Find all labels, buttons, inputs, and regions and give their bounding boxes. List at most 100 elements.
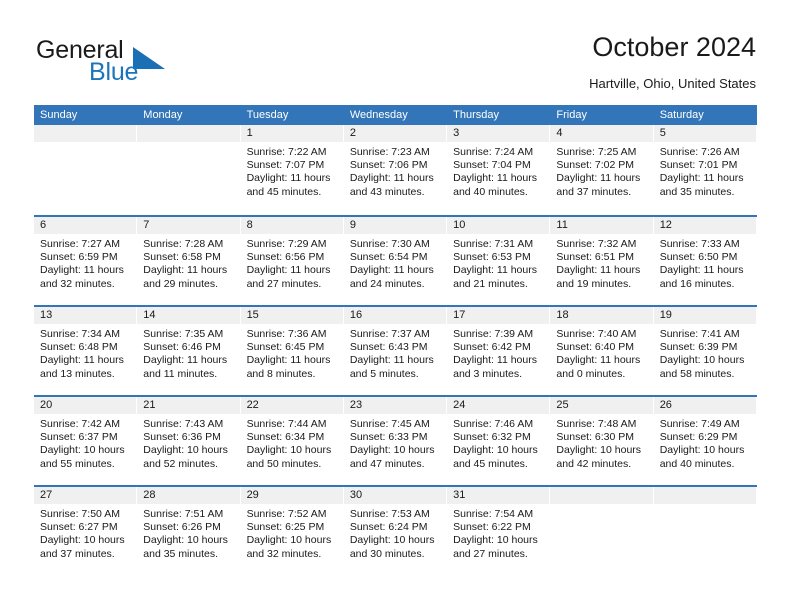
daylight-text-line1: Daylight: 10 hours [40,534,125,547]
sunrise-text: Sunrise: 7:42 AM [40,418,120,430]
daylight-text-line1: Daylight: 11 hours [246,172,331,185]
calendar-day-cell[interactable]: 1 Sunrise: 7:22 AM Sunset: 7:07 PM Daylight… [240,125,344,215]
day-details: Sunrise: 7:23 AM Sunset: 7:06 PM Daylight:… [344,142,447,199]
day-number-band: 22 [240,397,343,414]
daylight-text-line2: and 32 minutes. [246,547,322,560]
calendar-week-row: 13 Sunrise: 7:34 AM Sunset: 6:48 PM Dayligh… [34,305,757,395]
day-number: 22 [246,399,259,411]
sunrise-text: Sunrise: 7:50 AM [40,508,120,520]
weekday-header-thursday: Thursday [453,109,499,121]
day-details [34,142,137,146]
daylight-text-line1: Daylight: 10 hours [659,444,745,457]
daylight-text-line1: Daylight: 11 hours [246,264,331,277]
calendar-day-cell[interactable]: 23 Sunrise: 7:45 AM Sunset: 6:33 PM Dayligh… [343,397,448,485]
day-number: 18 [556,309,569,321]
page-header: General Blue October 2024 Hartville, Ohi… [0,0,792,100]
day-number: 14 [143,309,156,321]
day-number-band: 5 [653,125,756,142]
day-number: 6 [40,219,47,231]
sunset-text: Sunset: 6:51 PM [556,251,635,264]
day-number-band [137,125,240,142]
calendar-day-cell[interactable]: 27 Sunrise: 7:50 AM Sunset: 6:27 PM Dayligh… [34,487,138,575]
sunrise-text: Sunrise: 7:36 AM [246,328,327,340]
calendar-day-cell[interactable]: 15 Sunrise: 7:36 AM Sunset: 6:45 PM Dayligh… [240,307,344,395]
calendar-day-cell[interactable]: 28 Sunrise: 7:51 AM Sunset: 6:26 PM Dayligh… [137,487,241,575]
daylight-text-line1: Daylight: 11 hours [556,354,641,367]
day-number-band: 23 [343,397,447,414]
daylight-text-line2: and 42 minutes. [556,457,632,470]
calendar-day-cell[interactable]: 17 Sunrise: 7:39 AM Sunset: 6:42 PM Dayligh… [447,307,551,395]
general-blue-logo[interactable]: General Blue [36,36,236,92]
calendar-day-cell[interactable]: 26 Sunrise: 7:49 AM Sunset: 6:29 PM Dayligh… [653,397,757,485]
calendar-day-cell[interactable]: 25 Sunrise: 7:48 AM Sunset: 6:30 PM Dayligh… [550,397,654,485]
daylight-text-line2: and 21 minutes. [453,277,528,290]
calendar-day-cell[interactable]: 31 Sunrise: 7:54 AM Sunset: 6:22 PM Dayligh… [447,487,551,575]
day-details: Sunrise: 7:40 AM Sunset: 6:40 PM Daylight:… [550,324,653,381]
calendar-day-cell[interactable]: 5 Sunrise: 7:26 AM Sunset: 7:01 PM Daylight… [653,125,757,215]
daylight-text-line1: Daylight: 11 hours [659,264,744,277]
daylight-text-line1: Daylight: 11 hours [556,172,641,185]
weekday-header-saturday: Saturday [659,109,704,121]
sunrise-text: Sunrise: 7:30 AM [349,238,430,250]
calendar-day-cell[interactable]: 13 Sunrise: 7:34 AM Sunset: 6:48 PM Dayligh… [34,307,138,395]
weekday-header-tuesday: Tuesday [246,109,289,121]
calendar-day-cell[interactable]: 12 Sunrise: 7:33 AM Sunset: 6:50 PM Dayligh… [653,217,757,305]
calendar-day-cell[interactable]: 4 Sunrise: 7:25 AM Sunset: 7:02 PM Daylight… [550,125,654,215]
calendar-day-cell[interactable]: 9 Sunrise: 7:30 AM Sunset: 6:54 PM Daylight… [343,217,448,305]
day-number-band: 25 [550,397,653,414]
daylight-text-line2: and 8 minutes. [246,367,316,380]
calendar-day-cell[interactable]: 14 Sunrise: 7:35 AM Sunset: 6:46 PM Dayligh… [137,307,241,395]
day-number: 21 [143,399,156,411]
daylight-text-line1: Daylight: 11 hours [40,264,124,277]
daylight-text-line2: and 27 minutes. [453,547,528,560]
calendar-day-cell[interactable]: 29 Sunrise: 7:52 AM Sunset: 6:25 PM Dayligh… [240,487,344,575]
daylight-text-line1: Daylight: 11 hours [659,172,744,185]
calendar-day-cell[interactable]: 10 Sunrise: 7:31 AM Sunset: 6:53 PM Dayligh… [447,217,551,305]
calendar-day-cell[interactable]: 8 Sunrise: 7:29 AM Sunset: 6:56 PM Daylight… [240,217,344,305]
calendar-day-cell[interactable]: 7 Sunrise: 7:28 AM Sunset: 6:58 PM Daylight… [137,217,241,305]
day-number-band: 11 [550,217,653,234]
calendar-day-cell[interactable]: 24 Sunrise: 7:46 AM Sunset: 6:32 PM Dayligh… [447,397,551,485]
calendar-day-cell[interactable]: 21 Sunrise: 7:43 AM Sunset: 6:36 PM Dayligh… [137,397,241,485]
sunset-text: Sunset: 6:34 PM [246,431,325,444]
calendar-day-cell[interactable]: 2 Sunrise: 7:23 AM Sunset: 7:06 PM Daylight… [343,125,448,215]
calendar-week-row: 27 Sunrise: 7:50 AM Sunset: 6:27 PM Dayligh… [34,485,757,575]
daylight-text-line1: Daylight: 11 hours [143,264,228,277]
daylight-text-line2: and 32 minutes. [40,277,115,290]
sunset-text: Sunset: 6:22 PM [453,521,531,534]
calendar-day-cell[interactable]: 18 Sunrise: 7:40 AM Sunset: 6:40 PM Dayligh… [550,307,654,395]
daylight-text-line2: and 45 minutes. [453,457,528,470]
sunset-text: Sunset: 6:58 PM [143,251,221,264]
day-number: 17 [453,309,466,321]
calendar-day-cell[interactable]: 3 Sunrise: 7:24 AM Sunset: 7:04 PM Daylight… [447,125,551,215]
daylight-text-line1: Daylight: 10 hours [659,354,745,367]
sunrise-text: Sunrise: 7:32 AM [556,238,637,250]
calendar-day-cell[interactable]: 16 Sunrise: 7:37 AM Sunset: 6:43 PM Dayligh… [343,307,448,395]
day-details: Sunrise: 7:35 AM Sunset: 6:46 PM Daylight:… [137,324,240,381]
day-details: Sunrise: 7:33 AM Sunset: 6:50 PM Daylight:… [654,234,757,291]
calendar-day-cell[interactable]: 19 Sunrise: 7:41 AM Sunset: 6:39 PM Dayligh… [653,307,757,395]
day-details: Sunrise: 7:32 AM Sunset: 6:51 PM Daylight:… [550,234,653,291]
calendar-day-cell[interactable]: 20 Sunrise: 7:42 AM Sunset: 6:37 PM Dayligh… [34,397,138,485]
day-number: 26 [659,399,672,411]
calendar-day-cell[interactable]: 30 Sunrise: 7:53 AM Sunset: 6:24 PM Dayligh… [343,487,448,575]
daylight-text-line2: and 58 minutes. [659,367,735,380]
calendar-body: 1 Sunrise: 7:22 AM Sunset: 7:07 PM Daylight… [34,125,757,575]
daylight-text-line1: Daylight: 11 hours [143,354,228,367]
sunset-text: Sunset: 6:56 PM [246,251,325,264]
sunset-text: Sunset: 7:07 PM [246,159,325,172]
calendar-day-cell[interactable]: 22 Sunrise: 7:44 AM Sunset: 6:34 PM Dayligh… [240,397,344,485]
calendar-day-cell[interactable]: 11 Sunrise: 7:32 AM Sunset: 6:51 PM Dayligh… [550,217,654,305]
sunset-text: Sunset: 6:59 PM [40,251,118,264]
sunrise-text: Sunrise: 7:45 AM [349,418,430,430]
sunrise-text: Sunrise: 7:52 AM [246,508,327,520]
sunset-text: Sunset: 6:48 PM [40,341,118,354]
daylight-text-line1: Daylight: 10 hours [246,534,332,547]
day-details: Sunrise: 7:39 AM Sunset: 6:42 PM Daylight:… [447,324,550,381]
daylight-text-line1: Daylight: 11 hours [453,264,537,277]
day-number: 15 [246,309,259,321]
sunset-text: Sunset: 6:36 PM [143,431,221,444]
daylight-text-line2: and 0 minutes. [556,367,626,380]
daylight-text-line1: Daylight: 10 hours [349,534,435,547]
calendar-day-cell[interactable]: 6 Sunrise: 7:27 AM Sunset: 6:59 PM Daylight… [34,217,138,305]
